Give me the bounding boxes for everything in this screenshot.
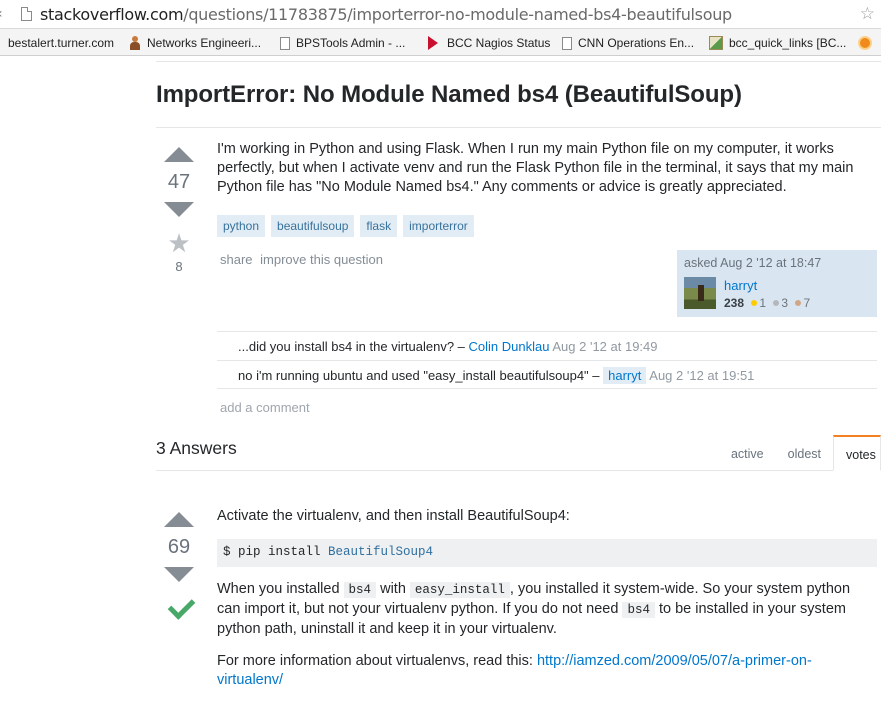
question-comments: ...did you install bs4 in the virtualenv… (217, 331, 877, 389)
question-vote-cell: 47 ★ 8 (158, 147, 200, 274)
code-command: $ pip install (223, 545, 329, 559)
comment-date[interactable]: Aug 2 '12 at 19:49 (552, 339, 657, 354)
page-icon (562, 36, 572, 50)
improve-question-link[interactable]: improve this question (260, 252, 383, 267)
upvote-arrow-icon[interactable] (164, 147, 194, 162)
divider (156, 127, 881, 128)
bronze-badge-count: 7 (803, 296, 811, 310)
gold-badge-icon (751, 300, 758, 307)
inline-code: easy_install (409, 582, 510, 598)
bookmark-label: BCC Nagios Status (447, 36, 551, 50)
bookmark-label: BPSTools Admin - ... (296, 36, 406, 50)
owner-reputation: 238 1 3 7 (724, 296, 810, 310)
back-arrow-icon[interactable]: ‹ (0, 6, 7, 22)
comment-user[interactable]: harryt (603, 367, 647, 384)
favorite-star-icon[interactable]: ★ (158, 231, 200, 257)
owner-username[interactable]: harryt (724, 278, 757, 293)
comment-text: ...did you install bs4 in the virtualenv… (238, 339, 469, 354)
comment-text: no i'm running ubuntu and used "easy_ins… (238, 368, 604, 383)
bookmark-label: Networks Engineeri... (147, 36, 262, 50)
code-package: BeautifulSoup4 (328, 545, 434, 559)
tab-votes[interactable]: votes (833, 435, 881, 471)
bookmark-label: bcc_quick_links [BC... (729, 36, 847, 50)
answer-text: When you installed (217, 581, 344, 597)
question-body: I'm working in Python and using Flask. W… (217, 141, 854, 195)
question-vote-count: 47 (167, 171, 191, 193)
bookmark-label: CNN Operations En... (578, 36, 695, 50)
share-link[interactable]: share (220, 252, 253, 267)
bookmark-bcc-quick-links[interactable]: bcc_quick_links [BC... (709, 34, 846, 52)
comment-user[interactable]: Colin Dunklau (469, 339, 550, 354)
comment-date[interactable]: Aug 2 '12 at 19:51 (649, 368, 754, 383)
asked-timestamp: asked Aug 2 '12 at 18:47 (684, 256, 822, 270)
question-title[interactable]: ImportError: No Module Named bs4 (Beauti… (156, 81, 742, 109)
code-block: $ pip install BeautifulSoup4 (217, 539, 877, 567)
comment: ...did you install bs4 in the virtualenv… (217, 331, 877, 360)
answer-vote-count: 69 (167, 536, 191, 558)
tag-python[interactable]: python (217, 215, 266, 237)
address-bar[interactable]: ‹ stackoverflow.com/questions/11783875/i… (0, 0, 881, 29)
accepted-check-icon (165, 596, 193, 620)
answer-vote-cell: 69 (158, 512, 200, 620)
bookmark-overflow[interactable] (858, 34, 878, 52)
answer-intro: Activate the virtualenv, and then instal… (217, 508, 570, 524)
avatar[interactable] (684, 277, 716, 309)
inline-code: bs4 (622, 602, 655, 618)
answer-paragraph: For more information about virtualenvs, … (217, 652, 872, 690)
links-icon (709, 36, 723, 50)
bookmark-bestalert[interactable]: bestalert.turner.com (8, 34, 114, 52)
tab-active[interactable]: active (719, 435, 776, 471)
page-icon (21, 7, 32, 21)
tag-flask[interactable]: flask (360, 215, 398, 237)
question-post-menu: share improve this question (220, 252, 387, 267)
tab-oldest[interactable]: oldest (776, 435, 833, 471)
page-icon (280, 36, 290, 50)
answers-header: 3 Answers active oldest votes (156, 435, 881, 471)
gold-badge-count: 1 (759, 296, 767, 310)
add-comment-link[interactable]: add a comment (220, 400, 310, 415)
answer-paragraph: When you installed bs4 with easy_install… (217, 580, 872, 639)
bookmark-networks-engineering[interactable]: Networks Engineeri... (129, 34, 261, 52)
bookmark-label: bestalert.turner.com (8, 36, 115, 50)
answers-count: 3 Answers (156, 438, 237, 458)
tag-importerror[interactable]: importerror (403, 215, 474, 237)
silver-badge-icon (773, 300, 780, 307)
url-path: /questions/11783875/importerror-no-modul… (183, 5, 732, 24)
bookmark-bcc-nagios-status[interactable]: BCC Nagios Status (428, 34, 550, 52)
url-host: stackoverflow.com (40, 5, 184, 24)
orange-site-icon (858, 36, 872, 50)
downvote-arrow-icon[interactable] (164, 567, 194, 582)
answer-text: For more information about virtualenvs, … (217, 653, 537, 669)
divider (156, 57, 881, 62)
bookmark-bpstools-admin[interactable]: BPSTools Admin - ... (280, 34, 405, 52)
bookmark-cnn-operations[interactable]: CNN Operations En... (562, 34, 694, 52)
nagios-icon (428, 36, 438, 50)
owner-user-card: asked Aug 2 '12 at 18:47 harryt 238 1 3 … (677, 250, 877, 317)
url-text[interactable]: stackoverflow.com/questions/11783875/imp… (40, 5, 732, 24)
bookmarks-bar: bestalert.turner.com Networks Engineeri.… (0, 29, 881, 56)
question-tags: python beautifulsoup flask importerror (217, 215, 474, 237)
bookmark-star-icon[interactable]: ☆ (860, 4, 875, 24)
comment: no i'm running ubuntu and used "easy_ins… (217, 360, 877, 389)
reputation-score: 238 (724, 296, 745, 310)
person-icon (129, 36, 141, 50)
answer-sort-tabs: active oldest votes (719, 435, 881, 471)
page-content: ImportError: No Module Named bs4 (Beauti… (0, 57, 881, 709)
downvote-arrow-icon[interactable] (164, 202, 194, 217)
silver-badge-count: 3 (781, 296, 789, 310)
answer-text: with (376, 581, 410, 597)
favorite-count: 8 (175, 259, 183, 274)
bronze-badge-icon (795, 300, 802, 307)
inline-code: bs4 (343, 582, 377, 598)
tag-beautifulsoup[interactable]: beautifulsoup (271, 215, 355, 237)
upvote-arrow-icon[interactable] (164, 512, 194, 527)
